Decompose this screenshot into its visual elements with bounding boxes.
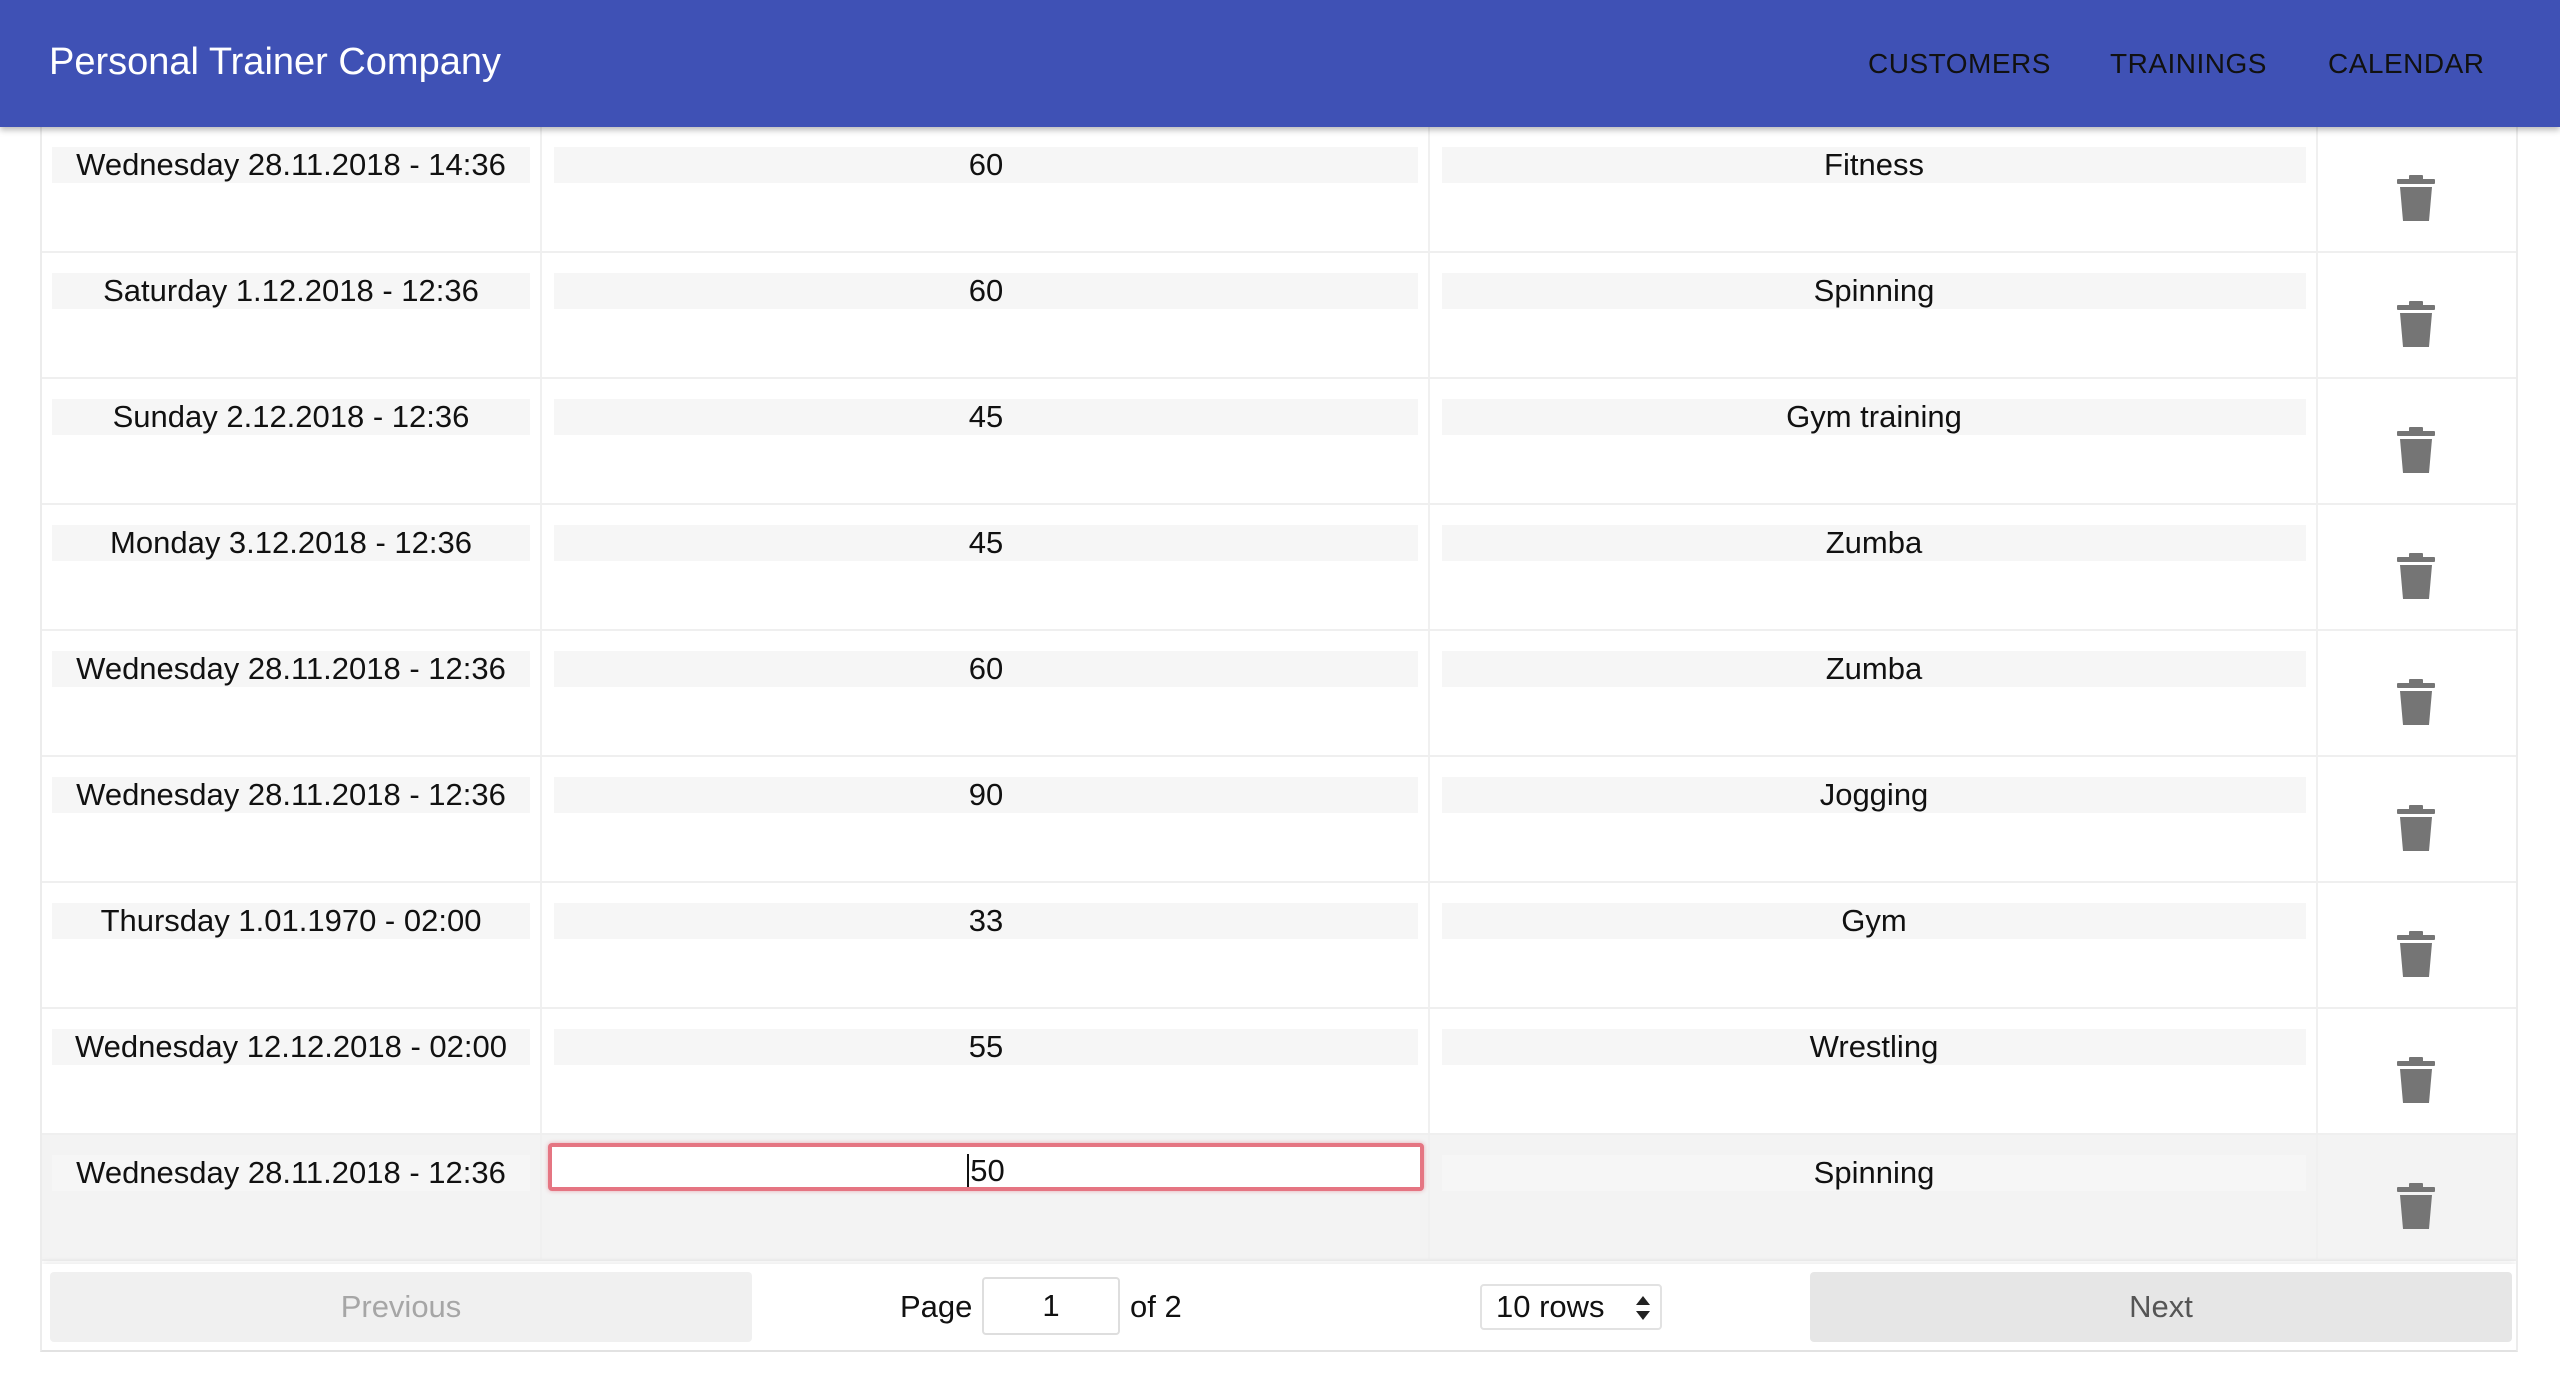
delete-cell	[2318, 1135, 2516, 1259]
table-row: Monday 3.12.2018 - 12:36 45 Zumba	[42, 505, 2516, 631]
duration-cell: 55	[542, 1009, 1430, 1133]
duration-cell: 60	[542, 253, 1430, 377]
activity-field[interactable]: Spinning	[1442, 1155, 2306, 1191]
activity-cell: Spinning	[1430, 1135, 2318, 1259]
activity-cell: Jogging	[1430, 757, 2318, 881]
pagination-bar: Previous Page 1 of 2 10 rows Next	[42, 1264, 2516, 1350]
trash-icon[interactable]	[2395, 1183, 2437, 1229]
table-row: Wednesday 28.11.2018 - 12:36 90 Jogging	[42, 757, 2516, 883]
duration-field[interactable]: 45	[554, 525, 1418, 561]
trash-icon[interactable]	[2395, 427, 2437, 473]
date-field[interactable]: Saturday 1.12.2018 - 12:36	[52, 273, 530, 309]
duration-cell: 60	[542, 631, 1430, 755]
duration-cell: 90	[542, 757, 1430, 881]
delete-cell	[2318, 1009, 2516, 1133]
delete-cell	[2318, 757, 2516, 881]
table-row: Thursday 1.01.1970 - 02:00 33 Gym	[42, 883, 2516, 1009]
activity-field[interactable]: Wrestling	[1442, 1029, 2306, 1065]
table-row: Sunday 2.12.2018 - 12:36 45 Gym training	[42, 379, 2516, 505]
date-cell: Thursday 1.01.1970 - 02:00	[42, 883, 542, 1007]
duration-field[interactable]: 33	[554, 903, 1418, 939]
nav-customers-button[interactable]: CUSTOMERS	[1868, 46, 2051, 82]
date-field[interactable]: Wednesday 28.11.2018 - 12:36	[52, 777, 530, 813]
app-bar: Personal Trainer Company CUSTOMERS TRAIN…	[0, 0, 2560, 127]
activity-field[interactable]: Gym training	[1442, 399, 2306, 435]
activity-cell: Zumba	[1430, 631, 2318, 755]
duration-field[interactable]: 90	[554, 777, 1418, 813]
activity-cell: Fitness	[1430, 127, 2318, 251]
activity-field[interactable]: Zumba	[1442, 651, 2306, 687]
trainings-table: Wednesday 28.11.2018 - 14:36 60 Fitness Sat…	[40, 127, 2518, 1352]
duration-field[interactable]: 50	[548, 1143, 1424, 1191]
nav-calendar-button[interactable]: CALENDAR	[2328, 46, 2484, 82]
trash-icon[interactable]	[2395, 553, 2437, 599]
date-cell: Wednesday 28.11.2018 - 14:36	[42, 127, 542, 251]
trash-icon[interactable]	[2395, 301, 2437, 347]
date-field[interactable]: Wednesday 12.12.2018 - 02:00	[52, 1029, 530, 1065]
activity-field[interactable]: Zumba	[1442, 525, 2306, 561]
delete-cell	[2318, 379, 2516, 503]
rows-per-page-value: 10 rows	[1496, 1289, 1605, 1324]
trash-icon[interactable]	[2395, 175, 2437, 221]
date-cell: Wednesday 28.11.2018 - 12:36	[42, 631, 542, 755]
duration-field[interactable]: 60	[554, 273, 1418, 309]
date-field[interactable]: Wednesday 28.11.2018 - 12:36	[52, 651, 530, 687]
date-cell: Wednesday 28.11.2018 - 12:36	[42, 757, 542, 881]
previous-page-button[interactable]: Previous	[50, 1272, 752, 1342]
duration-cell: 50	[542, 1135, 1430, 1259]
delete-cell	[2318, 127, 2516, 251]
activity-cell: Zumba	[1430, 505, 2318, 629]
activity-field[interactable]: Fitness	[1442, 147, 2306, 183]
delete-cell	[2318, 631, 2516, 755]
date-field[interactable]: Wednesday 28.11.2018 - 14:36	[52, 147, 530, 183]
date-field[interactable]: Wednesday 28.11.2018 - 12:36	[52, 1155, 530, 1191]
table-row: Wednesday 28.11.2018 - 12:36 60 Zumba	[42, 631, 2516, 757]
page-label: Page	[900, 1289, 973, 1324]
duration-cell: 33	[542, 883, 1430, 1007]
app-title: Personal Trainer Company	[49, 41, 501, 83]
select-arrows-icon	[1636, 1296, 1650, 1320]
duration-cell: 45	[542, 379, 1430, 503]
activity-cell: Gym	[1430, 883, 2318, 1007]
trash-icon[interactable]	[2395, 679, 2437, 725]
activity-cell: Gym training	[1430, 379, 2318, 503]
activity-field[interactable]: Spinning	[1442, 273, 2306, 309]
activity-field[interactable]: Jogging	[1442, 777, 2306, 813]
date-cell: Wednesday 12.12.2018 - 02:00	[42, 1009, 542, 1133]
duration-field[interactable]: 45	[554, 399, 1418, 435]
duration-value: 50	[970, 1153, 1005, 1188]
table-row: Wednesday 12.12.2018 - 02:00 55 Wrestling	[42, 1009, 2516, 1135]
date-cell: Wednesday 28.11.2018 - 12:36	[42, 1135, 542, 1259]
date-cell: Monday 3.12.2018 - 12:36	[42, 505, 542, 629]
date-field[interactable]: Sunday 2.12.2018 - 12:36	[52, 399, 530, 435]
page-number-input[interactable]: 1	[982, 1277, 1120, 1335]
page-count-label: of 2	[1130, 1289, 1182, 1324]
duration-field[interactable]: 60	[554, 147, 1418, 183]
trash-icon[interactable]	[2395, 1057, 2437, 1103]
table-row: Wednesday 28.11.2018 - 14:36 60 Fitness	[42, 127, 2516, 253]
table-row: Saturday 1.12.2018 - 12:36 60 Spinning	[42, 253, 2516, 379]
duration-field[interactable]: 55	[554, 1029, 1418, 1065]
activity-field[interactable]: Gym	[1442, 903, 2306, 939]
text-cursor	[967, 1153, 970, 1187]
nav-trainings-button[interactable]: TRAININGS	[2110, 46, 2267, 82]
rows-per-page-select[interactable]: 10 rows	[1480, 1284, 1662, 1330]
delete-cell	[2318, 505, 2516, 629]
duration-cell: 45	[542, 505, 1430, 629]
delete-cell	[2318, 253, 2516, 377]
date-field[interactable]: Thursday 1.01.1970 - 02:00	[52, 903, 530, 939]
delete-cell	[2318, 883, 2516, 1007]
date-cell: Saturday 1.12.2018 - 12:36	[42, 253, 542, 377]
duration-cell: 60	[542, 127, 1430, 251]
duration-field[interactable]: 60	[554, 651, 1418, 687]
date-cell: Sunday 2.12.2018 - 12:36	[42, 379, 542, 503]
trash-icon[interactable]	[2395, 931, 2437, 977]
activity-cell: Wrestling	[1430, 1009, 2318, 1133]
trash-icon[interactable]	[2395, 805, 2437, 851]
activity-cell: Spinning	[1430, 253, 2318, 377]
date-field[interactable]: Monday 3.12.2018 - 12:36	[52, 525, 530, 561]
next-page-button[interactable]: Next	[1810, 1272, 2512, 1342]
table-row: Wednesday 28.11.2018 - 12:36 50 Spinning	[42, 1135, 2516, 1261]
